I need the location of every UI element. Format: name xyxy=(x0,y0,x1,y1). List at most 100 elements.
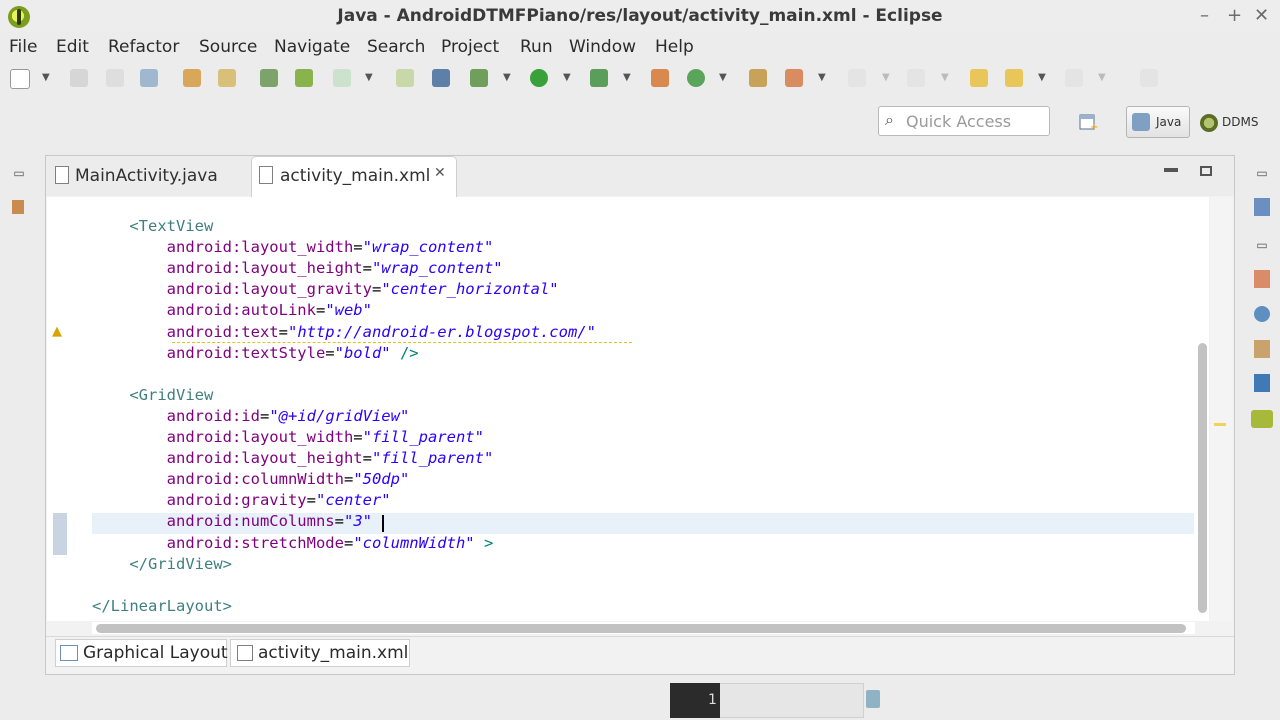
menu-run[interactable]: Run xyxy=(520,37,553,57)
save-all-icon[interactable] xyxy=(106,69,124,87)
code-line[interactable]: android:layout_width="wrap_content" xyxy=(92,237,494,258)
new-dropdown-chevron-icon[interactable]: ▼ xyxy=(42,72,50,83)
code-line[interactable]: android:textStyle="bold" /> xyxy=(92,343,419,364)
open-type-icon[interactable] xyxy=(183,69,201,87)
coverage-icon[interactable] xyxy=(590,69,608,87)
code-line[interactable]: android:autoLink="web" xyxy=(92,300,372,321)
console-icon[interactable] xyxy=(1254,374,1270,392)
back-icon[interactable] xyxy=(1005,69,1023,87)
lint-check-icon[interactable] xyxy=(333,69,351,87)
debug-dropdown-chevron-icon[interactable]: ▼ xyxy=(503,72,511,83)
new-java-package-icon[interactable] xyxy=(651,69,669,87)
ddms-perspective-label[interactable]: DDMS xyxy=(1222,115,1258,129)
code-line[interactable]: <GridView xyxy=(92,385,213,406)
minimize-editor-icon[interactable] xyxy=(1164,168,1178,172)
forward-icon[interactable] xyxy=(1065,69,1083,87)
warning-icon[interactable]: ▲ xyxy=(52,324,62,339)
restore-bottom-panel-icon[interactable]: ▭ xyxy=(1255,238,1269,252)
code-line[interactable]: <TextView xyxy=(92,216,213,237)
menu-source[interactable]: Source xyxy=(199,37,257,57)
forward-dropdown-chevron-icon[interactable]: ▼ xyxy=(1098,72,1106,83)
ddms-perspective-icon[interactable] xyxy=(1200,114,1218,132)
save-icon[interactable] xyxy=(70,69,88,87)
text-cursor xyxy=(382,515,384,532)
previous-annotation-icon[interactable] xyxy=(907,69,925,87)
print-icon[interactable] xyxy=(140,69,158,87)
code-line[interactable]: </LinearLayout> xyxy=(92,596,232,617)
package-explorer-icon[interactable] xyxy=(12,200,24,214)
code-line[interactable]: android:layout_height="fill_parent" xyxy=(92,448,494,469)
trash-icon[interactable] xyxy=(866,690,880,708)
declaration-icon[interactable] xyxy=(1254,340,1270,358)
menu-file[interactable]: File xyxy=(9,37,37,57)
restore-right-panel-icon[interactable]: ▭ xyxy=(1255,166,1269,180)
java-perspective-icon xyxy=(1132,113,1150,131)
overview-warning-marker[interactable] xyxy=(1214,423,1226,426)
coverage-dropdown-chevron-icon[interactable]: ▼ xyxy=(623,72,631,83)
code-line[interactable]: android:layout_height="wrap_content" xyxy=(92,258,503,279)
code-token: "50dp" xyxy=(353,470,410,489)
menu-search[interactable]: Search xyxy=(367,37,425,57)
pin-editor-icon[interactable] xyxy=(1140,69,1158,87)
code-token: <TextView xyxy=(129,217,214,235)
code-line[interactable]: android:columnWidth="50dp" xyxy=(92,469,410,490)
code-line[interactable]: android:layout_width="fill_parent" xyxy=(92,427,484,448)
new-icon[interactable] xyxy=(10,69,30,89)
code-line[interactable]: android:text="http://android-er.blogspot… xyxy=(92,322,596,343)
menu-project[interactable]: Project xyxy=(441,37,499,57)
run-dropdown-chevron-icon[interactable]: ▼ xyxy=(563,72,571,83)
menu-navigate[interactable]: Navigate xyxy=(274,37,350,57)
new-android-project-icon[interactable] xyxy=(396,69,414,87)
android-sdk-manager-icon[interactable] xyxy=(260,69,278,87)
android-avd-manager-icon[interactable] xyxy=(295,69,313,87)
code-token: android:layout_height xyxy=(166,449,363,468)
search-tool-icon[interactable] xyxy=(785,69,803,87)
back-dropdown-chevron-icon[interactable]: ▼ xyxy=(1038,72,1046,83)
logcat-icon[interactable] xyxy=(1251,410,1273,428)
code-line[interactable]: android:numColumns="3" xyxy=(92,511,372,532)
outline-icon[interactable] xyxy=(1254,198,1270,216)
code-line[interactable]: android:gravity="center" xyxy=(92,490,391,511)
javadoc-icon[interactable] xyxy=(1254,306,1270,322)
maximize-button[interactable]: + xyxy=(1227,5,1242,26)
code-line[interactable]: android:stretchMode="columnWidth" > xyxy=(92,533,494,554)
code-line[interactable]: android:layout_gravity="center_horizonta… xyxy=(92,279,559,300)
menu-help[interactable]: Help xyxy=(655,37,694,57)
code-line[interactable]: </GridView> xyxy=(92,554,232,575)
open-perspective-icon[interactable]: + xyxy=(1078,112,1098,133)
code-token: "center_horizontal" xyxy=(381,280,559,299)
horizontal-scroll-thumb[interactable] xyxy=(96,624,1186,633)
debug-icon[interactable] xyxy=(470,69,488,87)
code-token: android:columnWidth xyxy=(166,470,344,489)
close-window-button[interactable]: ✕ xyxy=(1254,5,1269,26)
next-annotation-dropdown-chevron-icon[interactable]: ▼ xyxy=(882,72,890,83)
close-tab-icon[interactable]: ✕ xyxy=(434,165,446,181)
next-annotation-icon[interactable] xyxy=(848,69,866,87)
open-resource-icon[interactable] xyxy=(218,69,236,87)
code-token: android:autoLink xyxy=(166,301,316,320)
menu-refactor[interactable]: Refactor xyxy=(108,37,179,57)
previous-annotation-dropdown-chevron-icon[interactable]: ▼ xyxy=(941,72,949,83)
run-icon[interactable] xyxy=(530,69,548,87)
menu-window[interactable]: Window xyxy=(569,37,636,57)
vertical-scroll-thumb[interactable] xyxy=(1198,343,1207,613)
lint-dropdown-chevron-icon[interactable]: ▼ xyxy=(365,72,373,83)
maximize-editor-icon[interactable] xyxy=(1200,166,1212,176)
last-edit-location-icon[interactable] xyxy=(970,69,988,87)
code-line[interactable]: android:id="@+id/gridView" xyxy=(92,406,410,427)
new-java-class-icon[interactable] xyxy=(687,69,705,87)
menu-edit[interactable]: Edit xyxy=(56,37,89,57)
minimize-button[interactable]: – xyxy=(1200,5,1209,26)
tab-graphical-layout-label: Graphical Layout xyxy=(83,643,228,663)
new-class-dropdown-chevron-icon[interactable]: ▼ xyxy=(719,72,727,83)
open-type-hierarchy-icon[interactable] xyxy=(749,69,767,87)
search-dropdown-chevron-icon[interactable]: ▼ xyxy=(818,72,826,83)
restore-left-panel-icon[interactable]: ▭ xyxy=(12,166,26,180)
skip-breakpoints-icon[interactable] xyxy=(432,69,450,87)
problems-icon[interactable] xyxy=(1254,270,1270,288)
